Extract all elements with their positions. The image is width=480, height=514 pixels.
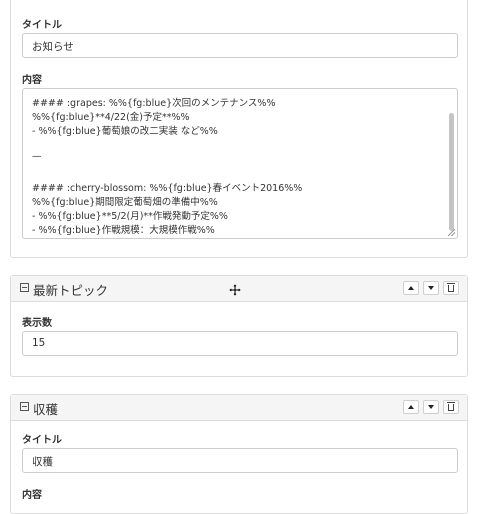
content-textarea[interactable]: #### :grapes: %%{fg:blue}次回のメンテナンス%% %%{…	[22, 88, 458, 239]
move-down-button[interactable]	[423, 281, 439, 295]
notice-panel: タイトル お知らせ 内容 #### :grapes: %%{fg:blue}次回…	[10, 0, 468, 258]
panel-header: 収穫	[11, 395, 467, 421]
title-label: タイトル	[22, 435, 62, 446]
move-up-button[interactable]	[403, 400, 419, 414]
resize-grip-icon[interactable]	[448, 229, 455, 236]
arrow-down-icon	[428, 286, 434, 290]
arrow-up-icon	[408, 405, 414, 409]
title-input[interactable]: 収穫	[22, 448, 458, 473]
content-line: —	[32, 151, 42, 162]
content-line: - %%{fg:blue}葡萄娘の改二実装 など%%	[32, 126, 218, 137]
arrow-up-icon	[408, 286, 414, 290]
harvest-panel: 収穫 タイトル 収穫 内容	[10, 394, 468, 514]
panel-title: 最新トピック	[33, 283, 109, 298]
arrow-down-icon	[428, 405, 434, 409]
content-line: - %%{fg:blue}**5/2(月)**作戦発動予定%%	[32, 211, 228, 222]
count-input[interactable]: 15	[22, 331, 458, 356]
delete-button[interactable]	[443, 281, 459, 295]
content-line: %%{fg:blue}期間限定葡萄畑の準備中%%	[32, 197, 218, 208]
move-up-button[interactable]	[403, 281, 419, 295]
move-cursor-icon	[229, 284, 241, 296]
content-label: 内容	[22, 490, 42, 501]
content-label: 内容	[22, 75, 42, 86]
title-label: タイトル	[22, 20, 62, 31]
textarea-scrollbar[interactable]	[449, 113, 454, 231]
content-line: - %%{fg:blue}作戦規模：大規模作戦%%	[32, 225, 215, 236]
trash-icon	[447, 283, 455, 292]
collapse-icon[interactable]	[20, 402, 29, 411]
collapse-icon[interactable]	[20, 283, 29, 292]
count-label: 表示数	[22, 318, 52, 329]
content-line: #### :grapes: %%{fg:blue}次回のメンテナンス%%	[32, 98, 276, 109]
move-down-button[interactable]	[423, 400, 439, 414]
trash-icon	[447, 402, 455, 411]
content-line: #### :cherry-blossom: %%{fg:blue}春イベント20…	[32, 183, 303, 194]
content-line: %%{fg:blue}**4/22(金)予定**%%	[32, 112, 190, 123]
delete-button[interactable]	[443, 400, 459, 414]
title-input[interactable]: お知らせ	[22, 33, 458, 58]
panel-title: 収穫	[33, 402, 59, 417]
